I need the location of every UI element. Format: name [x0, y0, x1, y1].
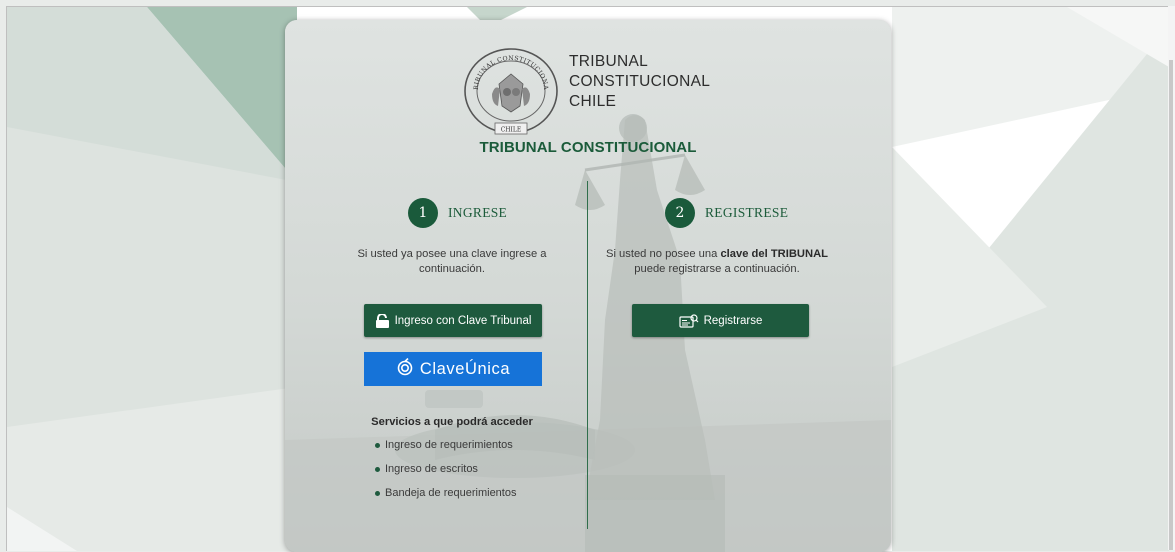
bullet-icon	[375, 467, 380, 472]
register-description-bold: clave del TRIBUNAL	[720, 248, 828, 260]
scrollbar-thumb[interactable]	[1169, 60, 1173, 550]
list-item: Ingreso de escritos	[375, 462, 579, 476]
svg-text:CHILE: CHILE	[501, 127, 522, 134]
unlock-icon	[375, 313, 390, 328]
claveunica-icon	[396, 357, 414, 381]
register-button[interactable]: Registrarse	[632, 304, 809, 337]
registration-card-icon	[678, 313, 699, 328]
services-list: Ingreso de requerimientos Ingreso de esc…	[375, 438, 579, 500]
tribunal-login-label: Ingreso con Clave Tribunal	[394, 314, 532, 327]
column-divider	[587, 181, 588, 529]
register-label: Registrarse	[703, 314, 763, 327]
step-label: INGRESE	[448, 205, 508, 220]
list-item: Bandeja de requerimientos	[375, 486, 579, 500]
bullet-icon	[375, 491, 380, 496]
claveunica-button[interactable]: ClaveÚnica	[364, 352, 542, 386]
services-title: Servicios a que podrá acceder	[371, 416, 533, 428]
claveunica-label: ClaveÚnica	[419, 359, 511, 378]
vertical-scrollbar[interactable]	[1168, 6, 1175, 550]
page-title: TRIBUNAL CONSTITUCIONAL	[479, 139, 697, 156]
services-section: Servicios a que podrá acceder Ingreso de…	[359, 416, 579, 510]
tribunal-login-button[interactable]: Ingreso con Clave Tribunal	[364, 304, 542, 337]
brand-name-line3: CHILE	[569, 93, 617, 110]
bullet-icon	[375, 443, 380, 448]
tribunal-seal-logo: TRIBUNAL CONSTITUCIONAL CHILE	[462, 44, 558, 135]
brand-name: TRIBUNAL CONSTITUCIONAL CHILE	[569, 52, 749, 112]
login-description: Si usted ya posee una clave ingrese a co…	[357, 248, 547, 275]
list-item: Ingreso de requerimientos	[375, 438, 579, 452]
step-label: REGISTRESE	[705, 205, 789, 220]
brand-name-line2: CONSTITUCIONAL	[569, 73, 711, 90]
step-number-badge: 2	[665, 198, 695, 228]
step-number-badge: 1	[408, 198, 438, 228]
login-card: TRIBUNAL CONSTITUCIONAL CHILE TRIBUNAL C…	[285, 20, 891, 552]
brand-name-line1: TRIBUNAL	[569, 53, 649, 70]
register-description: Si usted no posee una clave del TRIBUNAL…	[605, 248, 828, 275]
